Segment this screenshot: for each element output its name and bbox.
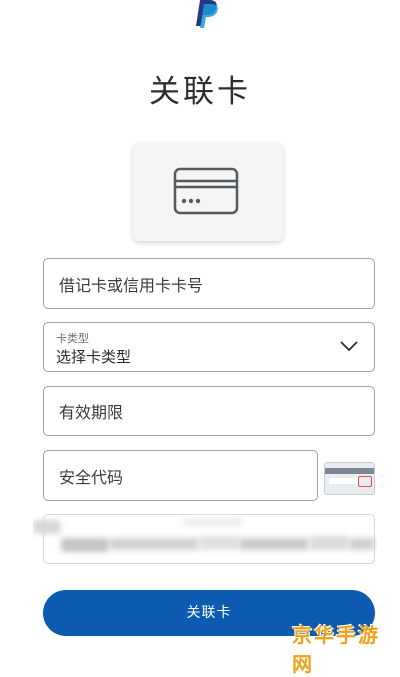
watermark: 京华手游网: [292, 623, 380, 676]
expiry-placeholder: 有效期限: [59, 403, 124, 422]
card-type-value: 选择卡类型: [56, 348, 132, 366]
credit-card-icon: [173, 167, 239, 215]
obscured-content: [33, 514, 377, 564]
card-type-label: 卡类型: [56, 332, 89, 345]
card-number-field[interactable]: 借记卡或信用卡卡号: [43, 258, 375, 309]
card-security-code-icon: [324, 462, 375, 495]
security-code-field[interactable]: 安全代码: [43, 450, 318, 501]
paypal-logo: [196, 0, 218, 28]
card-tile: [133, 143, 283, 241]
security-code-placeholder: 安全代码: [59, 467, 124, 487]
expiry-field[interactable]: 有效期限: [43, 386, 375, 436]
card-type-select[interactable]: 卡类型 选择卡类型: [43, 322, 375, 372]
page-title: 关联卡: [149, 74, 251, 110]
chevron-down-icon: [340, 341, 358, 352]
card-number-placeholder: 借记卡或信用卡卡号: [59, 275, 204, 295]
